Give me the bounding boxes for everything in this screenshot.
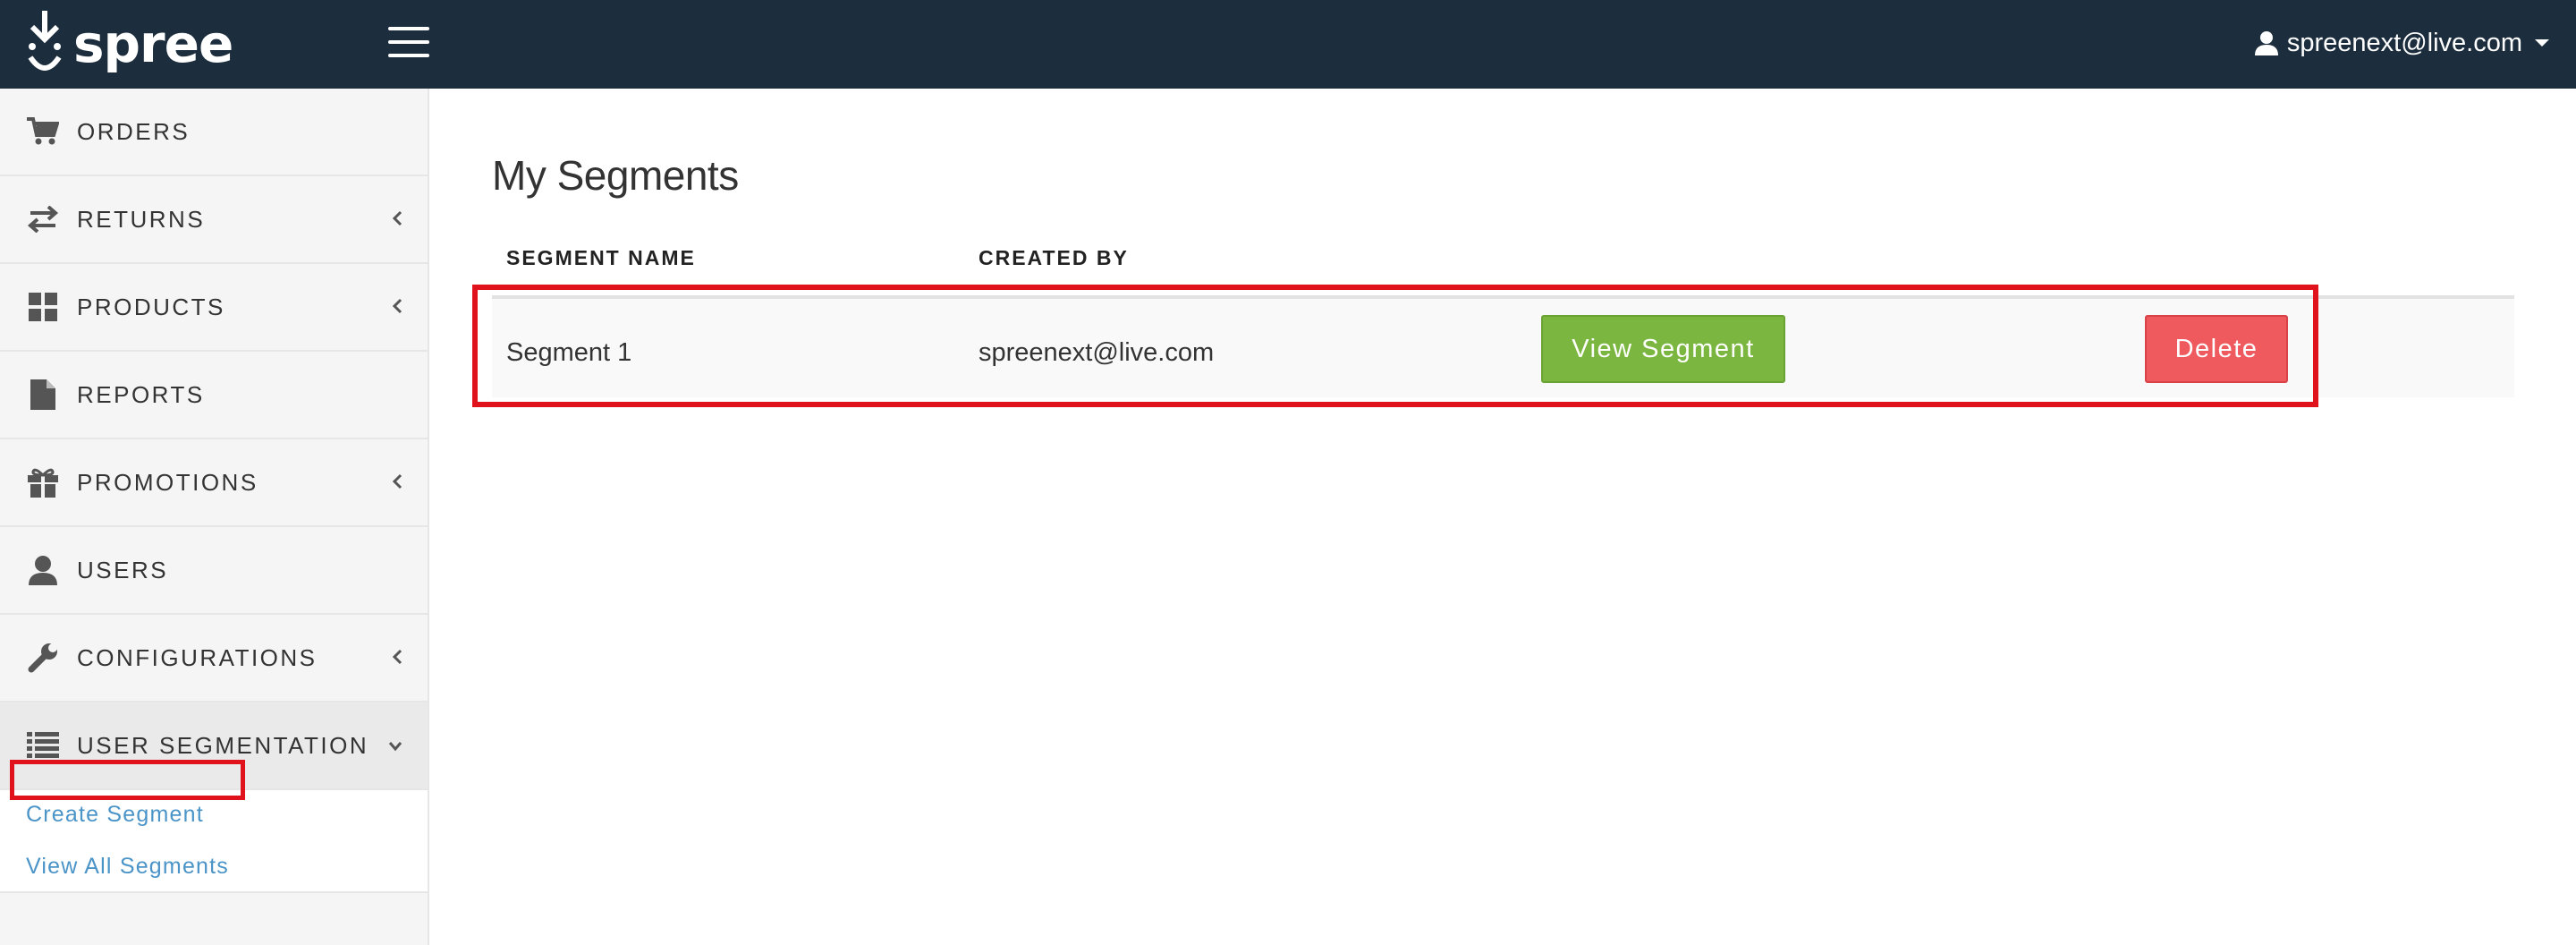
sidebar-item-configurations[interactable]: CONFIGURATIONS xyxy=(0,615,428,702)
list-icon xyxy=(25,728,61,763)
gift-icon xyxy=(25,464,61,500)
delete-button[interactable]: Delete xyxy=(2145,315,2288,383)
exchange-icon xyxy=(25,201,61,237)
column-header-created-by: CREATED BY xyxy=(979,246,1129,269)
sidebar-item-label: ORDERS xyxy=(77,117,191,145)
column-header-segment-name: SEGMENT NAME xyxy=(506,246,696,269)
sidebar-item-label: PROMOTIONS xyxy=(77,468,258,496)
created-by-cell: spreenext@live.com xyxy=(979,338,1215,367)
user-icon xyxy=(25,552,61,588)
user-segmentation-submenu: Create Segment View All Segments xyxy=(0,790,428,893)
brand-name: spree xyxy=(73,13,233,74)
file-icon xyxy=(25,377,61,413)
sidebar-item-label: CONFIGURATIONS xyxy=(77,643,318,671)
main-content: My Segments SEGMENT NAME CREATED BY Segm… xyxy=(429,89,2576,945)
page-title: My Segments xyxy=(492,152,739,199)
sidebar-item-label: PRODUCTS xyxy=(77,293,225,320)
spree-logo[interactable]: spree xyxy=(25,9,233,79)
view-all-segments-link[interactable]: View All Segments xyxy=(26,854,229,880)
sidebar-item-returns[interactable]: RETURNS xyxy=(0,176,428,264)
menu-toggle-icon[interactable] xyxy=(388,27,429,57)
create-segment-link[interactable]: Create Segment xyxy=(26,802,204,828)
chevron-left-icon xyxy=(392,210,402,231)
sidebar-item-label: RETURNS xyxy=(77,205,206,233)
sidebar-item-label: USER SEGMENTATION xyxy=(77,731,369,759)
sidebar-item-orders[interactable]: ORDERS xyxy=(0,89,428,176)
user-email: spreenext@live.com xyxy=(2286,28,2522,57)
sidebar-item-users[interactable]: USERS xyxy=(0,527,428,615)
chevron-down-icon xyxy=(388,740,402,756)
sidebar-item-reports[interactable]: REPORTS xyxy=(0,352,428,439)
sidebar-item-promotions[interactable]: PROMOTIONS xyxy=(0,439,428,527)
sidebar-item-label: REPORTS xyxy=(77,380,205,408)
segment-name-cell: Segment 1 xyxy=(506,338,632,367)
user-account-menu[interactable]: spreenext@live.com xyxy=(2254,25,2549,61)
sidebar-item-products[interactable]: PRODUCTS xyxy=(0,264,428,352)
chevron-left-icon xyxy=(392,649,402,669)
sidebar-item-user-segmentation[interactable]: USER SEGMENTATION xyxy=(0,702,428,790)
chevron-left-icon xyxy=(392,473,402,494)
user-icon xyxy=(2254,31,2278,55)
table-row: Segment 1 spreenext@live.com View Segmen… xyxy=(492,295,2514,397)
chevron-left-icon xyxy=(392,298,402,319)
spree-logo-icon xyxy=(28,11,62,71)
caret-down-icon xyxy=(2535,39,2549,47)
sidebar: ORDERS RETURNS PRODUCTS REPORTS PROMOTIO… xyxy=(0,89,429,945)
cart-icon xyxy=(25,114,61,149)
view-segment-button[interactable]: View Segment xyxy=(1541,315,1785,383)
wrench-icon xyxy=(25,640,61,676)
grid-icon xyxy=(25,289,61,325)
sidebar-item-label: USERS xyxy=(77,556,169,583)
top-navbar: spree spreenext@live.com xyxy=(0,0,2576,89)
